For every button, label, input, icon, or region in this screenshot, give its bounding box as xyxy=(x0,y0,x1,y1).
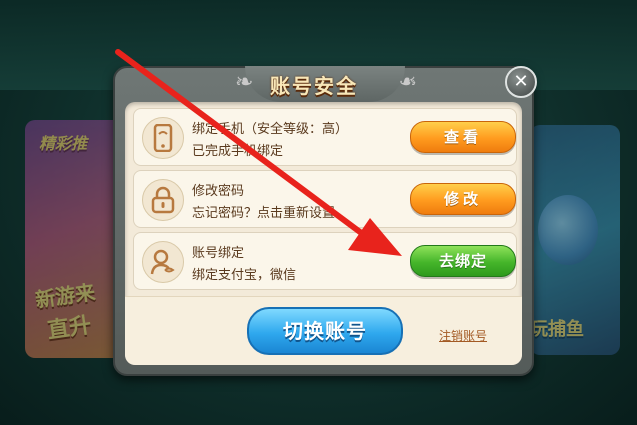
go-bind-button[interactable]: 去绑定 xyxy=(410,245,516,277)
account-security-dialog: ❧ ❧ 账号安全 ✕ 绑定手机（安全等级：高） 已完成手机绑定 查看 修改密码 … xyxy=(113,66,537,376)
fish-mascot-icon xyxy=(538,195,598,265)
switch-account-button[interactable]: 切换账号 xyxy=(247,307,403,355)
modify-password-button[interactable]: 修改 xyxy=(410,183,516,215)
right-laurel-icon: ❧ xyxy=(398,70,417,95)
change-password-hint: 忘记密码？点击重新设置 xyxy=(192,206,336,221)
account-binding-title: 账号绑定 xyxy=(192,246,245,261)
user-link-icon xyxy=(142,241,184,283)
close-icon: ✕ xyxy=(513,71,529,92)
left-promo-line2: 直升 xyxy=(45,313,93,344)
account-binding-row: 账号绑定 绑定支付宝，微信 去绑定 xyxy=(133,232,517,290)
left-promo-title: 精彩推 xyxy=(39,134,88,153)
account-binding-desc: 绑定支付宝，微信 xyxy=(192,268,297,283)
change-password-title: 修改密码 xyxy=(192,184,245,199)
right-promo-banner[interactable]: 玩捕鱼 xyxy=(530,125,620,355)
view-phone-button[interactable]: 查看 xyxy=(410,121,516,153)
dialog-body: 绑定手机（安全等级：高） 已完成手机绑定 查看 修改密码 忘记密码？点击重新设置… xyxy=(125,102,522,365)
lock-icon xyxy=(142,179,184,221)
bind-phone-status: 已完成手机绑定 xyxy=(192,144,284,159)
right-promo-text: 玩捕鱼 xyxy=(530,319,584,340)
close-button[interactable]: ✕ xyxy=(505,66,537,98)
change-password-row: 修改密码 忘记密码？点击重新设置 修改 xyxy=(133,170,517,228)
phone-icon xyxy=(142,117,184,159)
logout-account-link[interactable]: 注销账号 xyxy=(439,327,487,344)
bind-phone-row: 绑定手机（安全等级：高） 已完成手机绑定 查看 xyxy=(133,108,517,166)
dialog-title: 账号安全 xyxy=(270,74,358,98)
left-laurel-icon: ❧ xyxy=(235,70,254,95)
dialog-footer: 切换账号 注销账号 xyxy=(125,296,522,365)
bind-phone-title: 绑定手机（安全等级：高） xyxy=(192,122,349,137)
